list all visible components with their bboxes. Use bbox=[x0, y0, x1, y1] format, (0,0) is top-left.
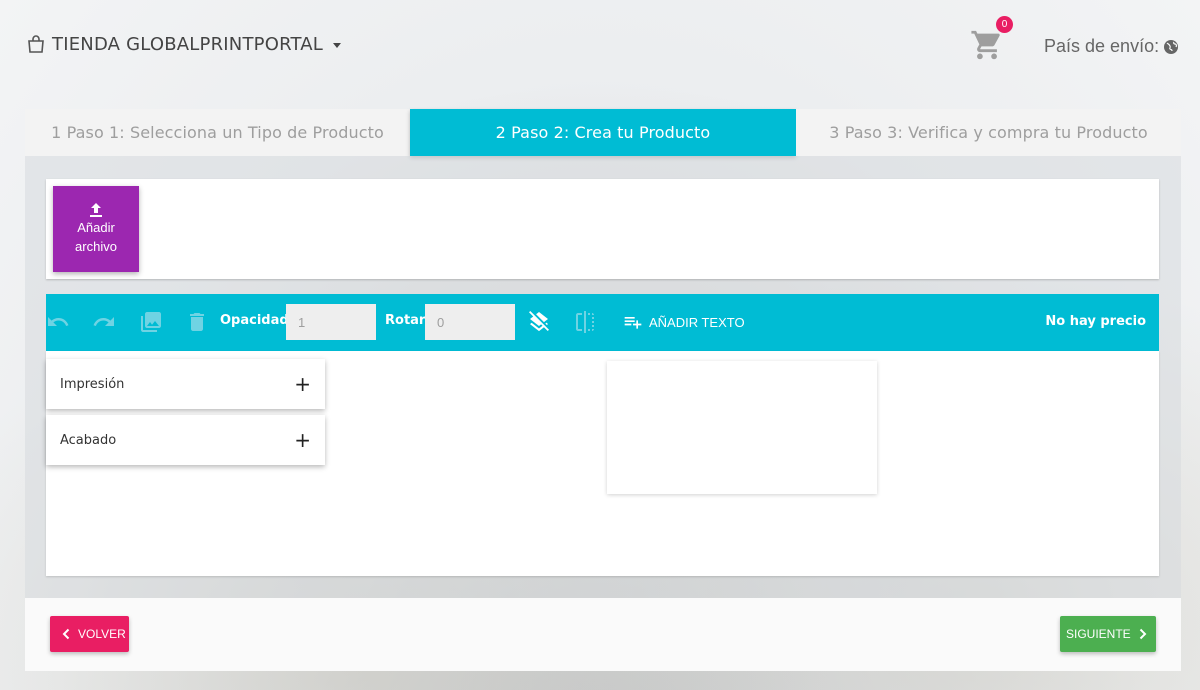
next-button[interactable]: SIGUIENTE bbox=[1060, 616, 1156, 652]
option-impresion[interactable]: Impresión + bbox=[46, 359, 325, 409]
tab-step-2[interactable]: 2 Paso 2: Crea tu Producto bbox=[410, 109, 796, 156]
redo-icon[interactable] bbox=[92, 310, 116, 334]
shipping-country-selector[interactable]: País de envío: bbox=[1044, 36, 1179, 57]
header: TIENDA GLOBALPRINTPORTAL 0 País de envío… bbox=[0, 0, 1200, 90]
shopping-cart-icon bbox=[971, 30, 1000, 60]
add-text-button[interactable]: AÑADIR TEXTO bbox=[623, 310, 745, 334]
back-button[interactable]: VOLVER bbox=[50, 616, 129, 652]
step-content: Añadir archivo Opacidad Rotar bbox=[25, 156, 1181, 598]
option-acabado-label: Acabado bbox=[60, 432, 117, 448]
plus-icon: + bbox=[294, 428, 311, 452]
chevron-left-icon bbox=[62, 628, 70, 640]
add-file-button[interactable]: Añadir archivo bbox=[53, 186, 139, 272]
plus-icon: + bbox=[294, 372, 311, 396]
image-library-icon[interactable] bbox=[139, 310, 163, 334]
add-file-label: Añadir archivo bbox=[75, 220, 117, 254]
cart-count-badge: 0 bbox=[996, 16, 1013, 33]
delete-icon[interactable] bbox=[185, 310, 209, 334]
layers-clear-icon[interactable] bbox=[527, 310, 551, 334]
shopping-bag-icon bbox=[28, 35, 44, 53]
rotate-label: Rotar bbox=[385, 313, 426, 328]
flip-icon[interactable] bbox=[573, 310, 597, 334]
add-text-label: AÑADIR TEXTO bbox=[649, 314, 745, 330]
globe-icon bbox=[1164, 39, 1179, 54]
tab-step-3[interactable]: 3 Paso 3: Verifica y compra tu Producto bbox=[796, 109, 1181, 156]
opacity-label: Opacidad bbox=[220, 313, 289, 328]
design-toolbar: Opacidad Rotar AÑADIR TEXTO No hay preci… bbox=[46, 294, 1159, 351]
shipping-country-label: País de envío: bbox=[1044, 36, 1160, 56]
design-editor: Impresión + Acabado + bbox=[46, 351, 1159, 576]
cart-button[interactable] bbox=[970, 28, 1004, 62]
chevron-down-icon bbox=[333, 42, 342, 48]
tab-step-1[interactable]: 1 Paso 1: Selecciona un Tipo de Producto bbox=[25, 109, 410, 156]
opacity-input[interactable] bbox=[286, 304, 376, 340]
back-button-label: VOLVER bbox=[78, 627, 126, 641]
wizard-footer: VOLVER SIGUIENTE bbox=[25, 598, 1181, 671]
next-button-label: SIGUIENTE bbox=[1066, 627, 1131, 641]
upload-panel: Añadir archivo bbox=[46, 179, 1159, 279]
store-title: TIENDA GLOBALPRINTPORTAL bbox=[52, 33, 324, 55]
option-impresion-label: Impresión bbox=[60, 376, 125, 392]
price-label: No hay precio bbox=[1045, 314, 1146, 329]
option-acabado[interactable]: Acabado + bbox=[46, 415, 325, 465]
design-canvas[interactable] bbox=[607, 361, 877, 494]
step-tabs: 1 Paso 1: Selecciona un Tipo de Producto… bbox=[25, 109, 1181, 156]
add-text-icon bbox=[624, 317, 642, 329]
store-menu[interactable]: TIENDA GLOBALPRINTPORTAL bbox=[26, 31, 342, 57]
product-wizard: 1 Paso 1: Selecciona un Tipo de Producto… bbox=[25, 109, 1181, 671]
chevron-right-icon bbox=[1139, 628, 1147, 640]
rotate-input[interactable] bbox=[425, 304, 515, 340]
upload-icon bbox=[90, 203, 102, 217]
undo-icon[interactable] bbox=[46, 310, 70, 334]
